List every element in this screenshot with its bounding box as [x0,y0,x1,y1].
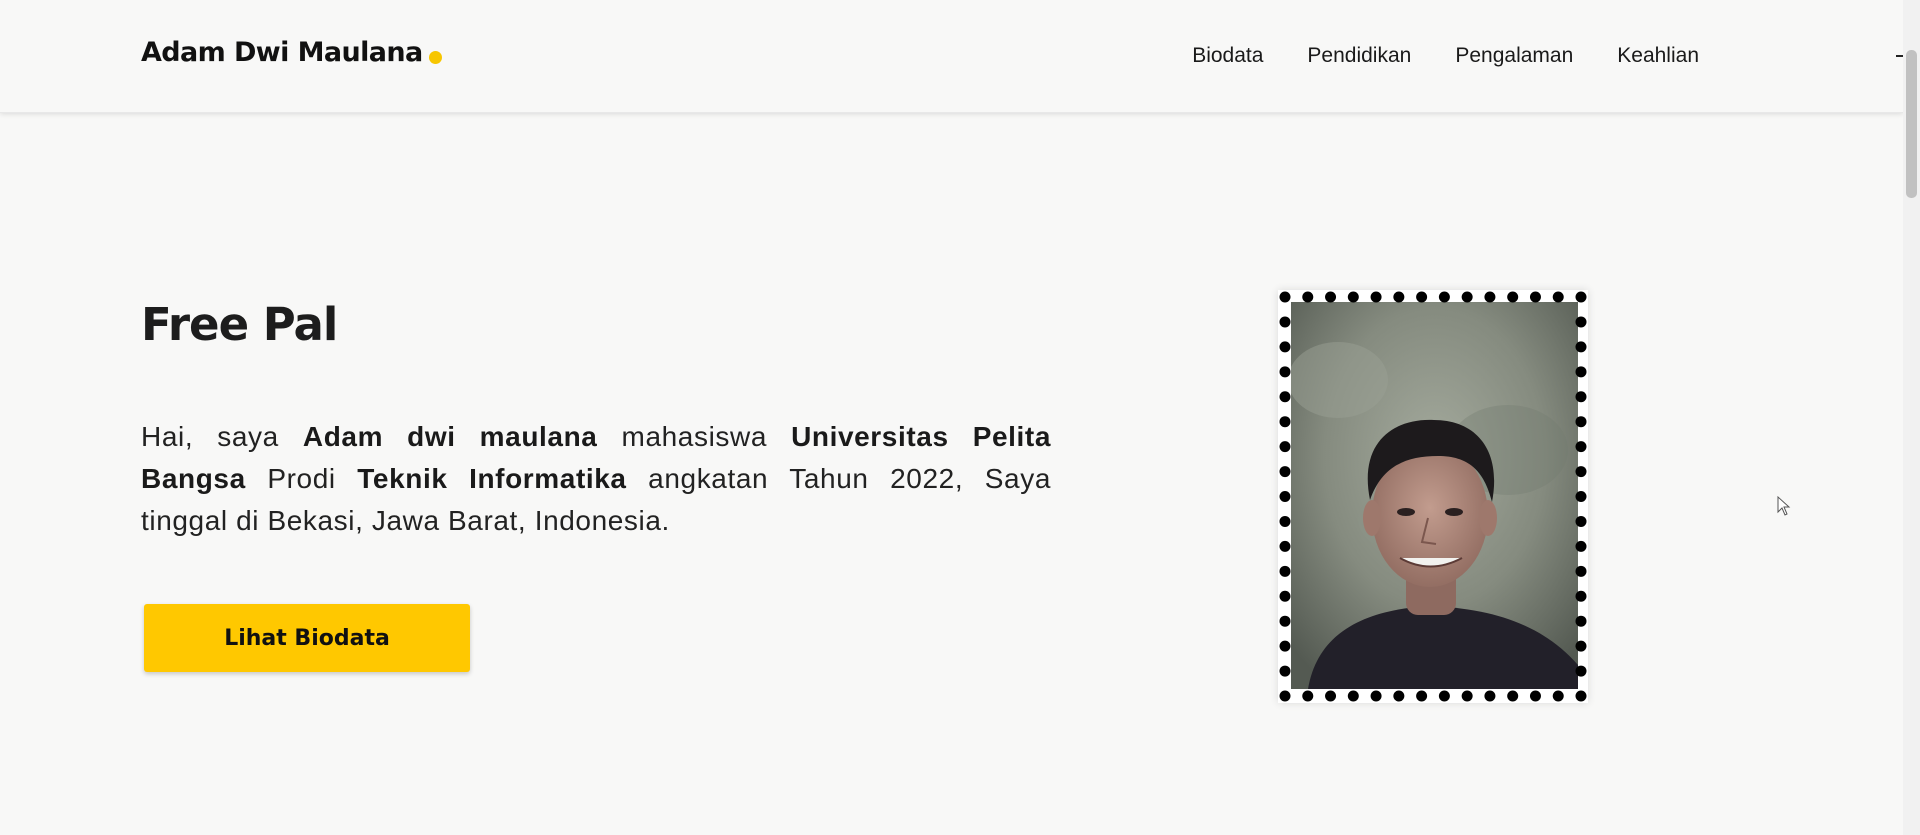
border-dot [1279,640,1291,652]
profile-photo-frame [1278,290,1588,703]
border-dot [1461,291,1473,303]
border-dot [1484,291,1496,303]
nav-menu: Biodata Pendidikan Pengalaman Keahlian [1192,44,1699,68]
border-dot [1552,690,1564,702]
border-dot [1575,615,1587,627]
hero-intro-highlight: Teknik Informatika [357,463,627,494]
border-dot [1416,690,1428,702]
hero-title: Free Pal [141,298,338,351]
nav-link-keahlian[interactable]: Keahlian [1617,44,1699,68]
stamp-dot-border [1279,291,1587,702]
border-dot [1279,515,1291,527]
mouse-cursor-icon [1777,496,1791,516]
border-dot [1279,291,1291,303]
border-dot [1370,291,1382,303]
border-dot [1347,291,1359,303]
hero-intro-segment: Prodi [245,463,358,494]
border-dot [1302,690,1314,702]
navbar: Adam Dwi Maulana Biodata Pendidikan Peng… [0,0,1903,113]
border-dot [1575,515,1587,527]
border-dot [1484,690,1496,702]
hero-intro-text: Hai, saya Adam dwi maulana mahasiswa Uni… [141,416,1051,542]
border-dot [1529,690,1541,702]
border-dot [1575,316,1587,328]
border-dot [1575,690,1587,702]
scrollbar-thumb[interactable] [1906,50,1917,198]
border-dot [1279,316,1291,328]
hero-intro-segment: Hai, saya [141,421,303,452]
border-dot [1507,291,1519,303]
border-dot [1393,291,1405,303]
border-dot [1279,391,1291,403]
border-dot [1347,690,1359,702]
border-dot [1575,441,1587,453]
border-dot [1279,540,1291,552]
border-dot [1279,416,1291,428]
border-dot [1575,665,1587,677]
border-dot [1552,291,1564,303]
border-dot [1575,341,1587,353]
border-dot [1438,291,1450,303]
border-dot [1279,341,1291,353]
border-dot [1575,366,1587,378]
border-dot [1575,491,1587,502]
border-dot [1279,615,1291,627]
border-dot [1279,590,1291,602]
border-dot [1416,291,1428,303]
border-dot [1575,565,1587,577]
brand-name: Adam Dwi Maulana [141,37,423,68]
hero-intro-highlight: Adam dwi maulana [302,421,598,452]
nav-link-pendidikan[interactable]: Pendidikan [1307,44,1411,68]
border-dot [1279,491,1291,502]
border-dot [1325,690,1337,702]
brand-logo[interactable]: Adam Dwi Maulana [141,37,442,68]
border-dot [1575,466,1587,478]
border-dot [1302,291,1314,303]
nav-link-biodata[interactable]: Biodata [1192,44,1263,68]
border-dot [1438,690,1450,702]
brand-dot-icon [428,51,442,64]
theme-toggle-icon[interactable] [1896,55,1903,57]
border-dot [1279,466,1291,478]
page-scrollbar[interactable] [1903,0,1920,835]
view-biodata-button[interactable]: Lihat Biodata [144,604,470,672]
hero-intro-segment: mahasiswa [597,421,792,452]
border-dot [1279,565,1291,577]
border-dot [1575,640,1587,652]
border-dot [1279,665,1291,677]
border-dot [1507,690,1519,702]
border-dot [1279,690,1291,702]
border-dot [1393,690,1405,702]
border-dot [1575,590,1587,602]
border-dot [1279,441,1291,453]
border-dot [1575,416,1587,428]
border-dot [1370,690,1382,702]
border-dot [1279,366,1291,378]
border-dot [1529,291,1541,303]
border-dot [1575,540,1587,552]
nav-link-pengalaman[interactable]: Pengalaman [1455,44,1573,68]
portfolio-page: Adam Dwi Maulana Biodata Pendidikan Peng… [0,0,1920,835]
border-dot [1575,291,1587,303]
border-dot [1461,690,1473,702]
border-dot [1575,391,1587,403]
border-dot [1325,291,1337,303]
